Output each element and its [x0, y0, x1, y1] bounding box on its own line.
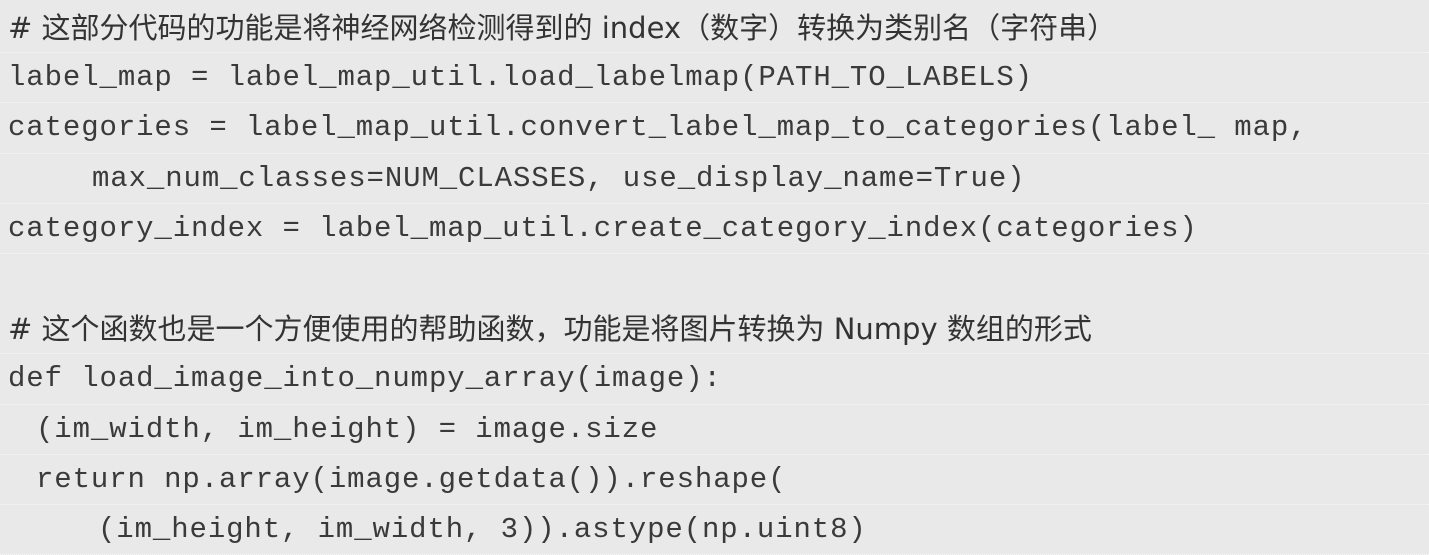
- code-line: label_map = label_map_util.load_labelmap…: [0, 53, 1429, 104]
- code-line: (im_width, im_height) = image.size: [0, 405, 1429, 455]
- code-line: return np.array(image.getdata()).reshape…: [0, 455, 1429, 505]
- code-line: category_index = label_map_util.create_c…: [0, 204, 1429, 254]
- code-comment-line: # 这个函数也是一个方便使用的帮助函数，功能是将图片转换为 Numpy 数组的形…: [0, 304, 1429, 355]
- code-comment-line: # 这部分代码的功能是将神经网络检测得到的 index（数字）转换为类别名（字符…: [0, 3, 1429, 54]
- code-line: (im_height, im_width, 3)).astype(np.uint…: [0, 505, 1429, 555]
- code-line: max_num_classes=NUM_CLASSES, use_display…: [0, 154, 1429, 204]
- code-block: # 这部分代码的功能是将神经网络检测得到的 index（数字）转换为类别名（字符…: [0, 0, 1429, 555]
- code-line: def load_image_into_numpy_array(image):: [0, 354, 1429, 405]
- code-line: categories = label_map_util.convert_labe…: [0, 103, 1429, 154]
